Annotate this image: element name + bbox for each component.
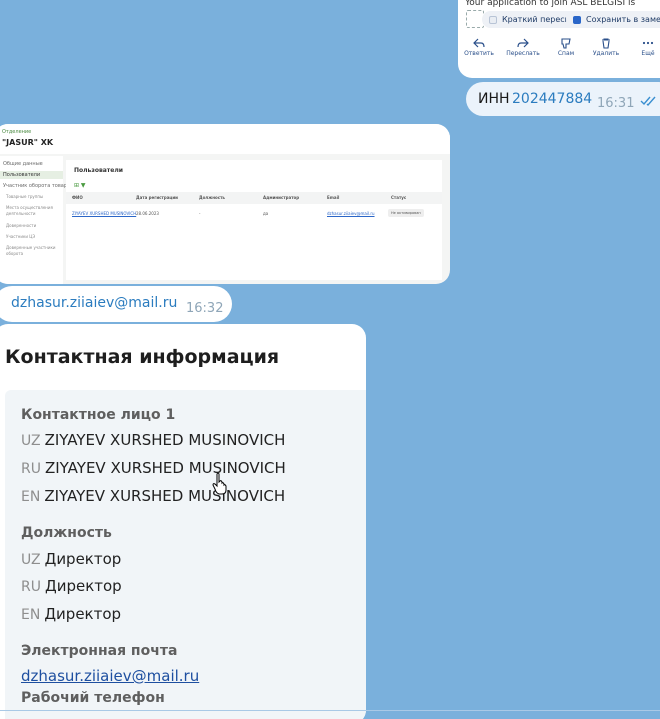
reply-button[interactable]: Ответить xyxy=(460,38,498,57)
screenshot-sidebar-subitem: Товарные группы xyxy=(6,194,44,199)
contact-person-value: ZIYAYEV XURSHED MUSINOVICH xyxy=(44,487,286,505)
screenshot-sidebar-subitem: Доверенности xyxy=(6,223,37,228)
contact-info-screenshot-image[interactable]: Контактная информация Контактное лицо 1 … xyxy=(0,324,366,719)
email-message-bubble[interactable]: dzhasur.ziiaiev@mail.ru 16:32 xyxy=(0,286,232,322)
spam-button[interactable]: Спам xyxy=(547,38,585,57)
screenshot-status-badge: Не активирован xyxy=(388,209,424,217)
position-ru: RU Директор xyxy=(21,577,122,595)
users-screenshot-image[interactable]: Отделение "JASUR" XK Общие данные Пользо… xyxy=(0,124,450,284)
contact-info-panel: Контактное лицо 1 UZ ZIYAYEV XURSHED MUSI… xyxy=(5,390,366,719)
double-check-icon xyxy=(640,96,656,106)
inn-value-link[interactable]: 202447884 xyxy=(512,91,592,107)
lang-code: EN xyxy=(21,489,41,505)
lang-code: UZ xyxy=(21,552,41,568)
summary-icon xyxy=(489,15,497,24)
forward-icon xyxy=(517,38,529,48)
screenshot-breadcrumb-link: Отделение xyxy=(2,129,32,135)
mail-preview-text: Your application to join ASL BELGISI is xyxy=(465,0,636,8)
inn-message-bubble[interactable]: ИНН 202447884 16:31 xyxy=(466,82,660,116)
more-icon xyxy=(642,41,654,45)
screenshot-filter-icon: ⊞ ▼ xyxy=(74,182,86,189)
screenshot-column-header: Администратор xyxy=(263,195,300,200)
work-phone-label: Рабочий телефон xyxy=(21,690,165,706)
screenshot-sidebar-subitem: Участники ЦЭ xyxy=(6,234,36,239)
contact-email-link: dzhasur.ziiaiev@mail.ru xyxy=(21,667,200,685)
contact-person-value: ZIYAYEV XURSHED MUSINOVICH xyxy=(44,431,286,449)
screenshot-sidebar-item: Участник оборота товаров xyxy=(3,183,74,189)
screenshot-cell-date: 28.06.2023 xyxy=(136,211,159,216)
lang-code: EN xyxy=(21,607,41,623)
screenshot-sidebar: Общие данные Пользователи Участник оборо… xyxy=(0,156,73,284)
divider xyxy=(0,710,660,711)
save-note-chip-label: Сохранить в заметк xyxy=(586,15,660,24)
screenshot-cell-position: - xyxy=(199,211,201,216)
email-link[interactable]: dzhasur.ziiaiev@mail.ru xyxy=(11,295,177,311)
forward-label: Переслать xyxy=(506,50,540,57)
lang-code: UZ xyxy=(21,433,41,449)
hand-cursor-icon xyxy=(212,472,227,495)
screenshot-main-panel: Пользователи ⊞ ▼ ФИО Дата регистрации До… xyxy=(66,160,442,280)
message-time: 16:31 xyxy=(597,96,635,111)
screenshot-cell-admin: да xyxy=(263,211,269,216)
screenshot-column-header: ФИО xyxy=(72,195,83,200)
screenshot-sidebar-subitem: Доверенные участники оборота xyxy=(6,245,56,256)
contact-person-ru: RU ZIYAYEV XURSHED MUSINOVICH xyxy=(21,459,286,477)
screenshot-column-header: Email xyxy=(327,195,340,200)
position-uz: UZ Директор xyxy=(21,550,121,568)
screenshot-column-header: Статус xyxy=(391,195,407,200)
lang-code: RU xyxy=(21,579,41,595)
save-note-chip[interactable]: Сохранить в заметк xyxy=(566,11,660,28)
inn-label: ИНН xyxy=(478,91,510,107)
mail-preview-bubble[interactable]: Your application to join ASL BELGISI is … xyxy=(458,0,660,78)
more-label: Ещё xyxy=(641,50,655,57)
contact-person-uz: UZ ZIYAYEV XURSHED MUSINOVICH xyxy=(21,431,285,449)
screenshot-sidebar-subitem: Места осуществления деятельности xyxy=(6,205,53,216)
contact-info-heading: Контактная информация xyxy=(5,346,280,368)
screenshot-cell-name: ZIYAYEV XURSHED MUSINOVICH xyxy=(72,211,137,216)
position-value: Директор xyxy=(44,550,122,568)
position-value: Директор xyxy=(44,605,122,623)
delete-label: Удалить xyxy=(592,50,620,57)
screenshot-cell-email: dzhasur.ziiaiev@mail.ru xyxy=(327,211,375,216)
message-time: 16:32 xyxy=(186,301,224,316)
reply-icon xyxy=(473,38,485,48)
contact-person-en: EN ZIYAYEV XURSHED MUSINOVICH xyxy=(21,487,285,505)
lang-code: RU xyxy=(21,461,41,477)
position-value: Директор xyxy=(44,577,122,595)
position-label: Должность xyxy=(21,525,112,541)
screenshot-sidebar-item-active: Пользователи xyxy=(0,171,63,179)
spam-label: Спам xyxy=(557,50,575,57)
forward-button[interactable]: Переслать xyxy=(504,38,542,57)
email-label: Электронная почта xyxy=(21,643,178,659)
trash-icon xyxy=(602,38,610,49)
screenshot-table-header: ФИО Дата регистрации Должность Администр… xyxy=(66,192,442,204)
note-icon xyxy=(573,15,581,24)
screenshot-page-title: Пользователи xyxy=(74,167,123,174)
contact-person-label: Контактное лицо 1 xyxy=(21,407,176,423)
more-button[interactable]: Ещё xyxy=(629,38,660,57)
screenshot-sidebar-item: Общие данные xyxy=(3,161,43,167)
screenshot-column-header: Должность xyxy=(199,195,225,200)
spam-icon xyxy=(561,38,571,49)
screenshot-column-header: Дата регистрации xyxy=(136,195,178,200)
mail-action-bar: Ответить Переслать Спам Удалить Ещё xyxy=(458,38,660,62)
contact-person-value: ZIYAYEV XURSHED MUSINOVICH xyxy=(44,459,286,477)
delete-button[interactable]: Удалить xyxy=(587,38,625,57)
position-en: EN Директор xyxy=(21,605,121,623)
screenshot-header: Отделение "JASUR" XK xyxy=(0,124,450,154)
reply-label: Ответить xyxy=(464,50,494,57)
screenshot-company-name: "JASUR" XK xyxy=(2,138,54,147)
